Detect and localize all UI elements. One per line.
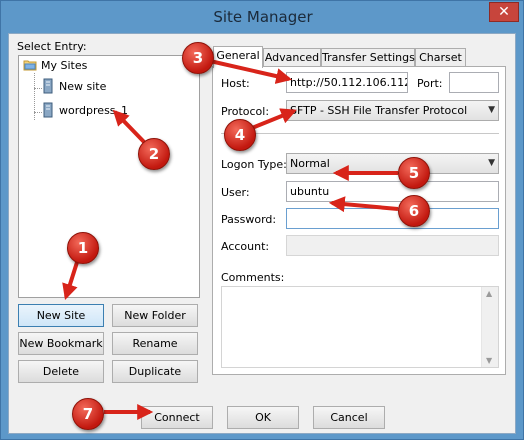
cancel-button[interactable]: Cancel: [313, 406, 385, 429]
logon-type-select[interactable]: Normal ▼: [286, 153, 499, 174]
title-bar[interactable]: Site Manager ✕: [1, 1, 524, 33]
tree-item-label: New site: [59, 79, 107, 93]
server-icon: [43, 102, 53, 118]
annotation-marker-1: 1: [67, 232, 99, 264]
window-title: Site Manager: [213, 8, 313, 26]
new-bookmark-button[interactable]: New Bookmark: [18, 332, 104, 355]
tree-item-new-site[interactable]: New site: [41, 78, 106, 94]
annotation-marker-2: 2: [138, 138, 170, 170]
rename-button[interactable]: Rename: [112, 332, 198, 355]
account-input: [286, 235, 499, 256]
account-label: Account:: [221, 240, 270, 253]
comments-textarea[interactable]: ▲ ▼: [221, 286, 499, 368]
tree-item-label: wordpress_1: [59, 103, 129, 117]
password-label: Password:: [221, 213, 277, 226]
scroll-up-icon[interactable]: ▲: [486, 289, 492, 298]
protocol-value: SFTP - SSH File Transfer Protocol: [290, 104, 468, 117]
port-input[interactable]: [449, 72, 499, 93]
annotation-marker-5: 5: [398, 157, 430, 189]
logon-type-label: Logon Type:: [221, 158, 287, 171]
protocol-label: Protocol:: [221, 105, 270, 118]
protocol-select[interactable]: SFTP - SSH File Transfer Protocol ▼: [286, 100, 499, 121]
comments-label: Comments:: [221, 271, 285, 284]
new-site-button[interactable]: New Site: [18, 304, 104, 327]
scroll-down-icon[interactable]: ▼: [486, 356, 492, 365]
annotation-marker-6: 6: [398, 195, 430, 227]
chevron-down-icon: ▼: [488, 158, 495, 168]
tab-transfer-settings[interactable]: Transfer Settings: [321, 48, 415, 67]
close-icon: ✕: [498, 4, 510, 20]
annotation-marker-7: 7: [72, 398, 104, 430]
site-tree[interactable]: My Sites New site wordpress_1: [18, 55, 200, 298]
server-icon: [43, 78, 53, 94]
host-input[interactable]: http://50.112.106.112/: [286, 72, 408, 93]
tree-root-my-sites[interactable]: My Sites: [23, 58, 87, 72]
close-button[interactable]: ✕: [489, 2, 519, 22]
new-folder-button[interactable]: New Folder: [112, 304, 198, 327]
tab-general[interactable]: General: [213, 46, 263, 68]
tab-advanced[interactable]: Advanced: [263, 48, 321, 67]
ok-button[interactable]: OK: [227, 406, 299, 429]
select-entry-label: Select Entry:: [17, 40, 87, 53]
port-label: Port:: [417, 77, 443, 90]
tab-charset[interactable]: Charset: [415, 48, 466, 67]
tree-root-label: My Sites: [41, 58, 88, 72]
duplicate-button[interactable]: Duplicate: [112, 360, 198, 383]
password-input[interactable]: [286, 208, 499, 229]
chevron-down-icon: ▼: [488, 105, 495, 115]
divider: [221, 133, 499, 134]
general-panel: Host: http://50.112.106.112/ Port: Proto…: [212, 66, 506, 375]
annotation-marker-4: 4: [224, 119, 256, 151]
connect-button[interactable]: Connect: [141, 406, 213, 429]
user-label: User:: [221, 186, 250, 199]
site-manager-window: Site Manager ✕ Select Entry: My Sites Ne…: [0, 0, 524, 440]
delete-button[interactable]: Delete: [18, 360, 104, 383]
host-label: Host:: [221, 77, 250, 90]
folder-icon: [23, 60, 37, 71]
logon-type-value: Normal: [290, 157, 330, 170]
annotation-marker-3: 3: [182, 42, 214, 74]
comments-scrollbar[interactable]: ▲ ▼: [481, 287, 498, 367]
tree-item-wordpress[interactable]: wordpress_1: [41, 102, 128, 118]
user-input[interactable]: ubuntu: [286, 181, 499, 202]
